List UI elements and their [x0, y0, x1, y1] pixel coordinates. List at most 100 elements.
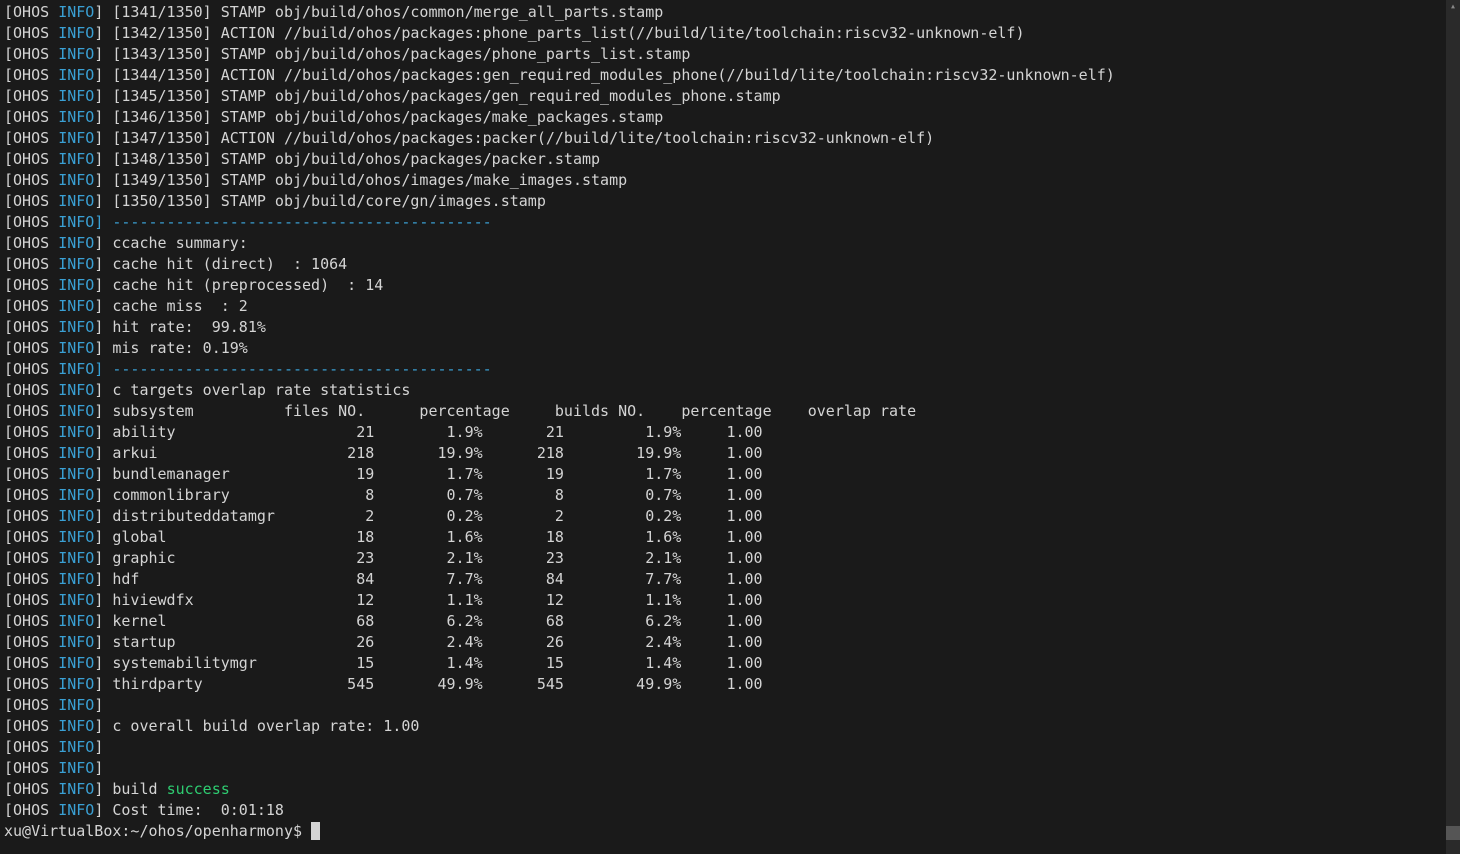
log-tag-ohos: [OHOS — [4, 297, 58, 315]
log-line: [OHOS INFO] hdf 84 7.7% 84 7.7% 1.00 — [4, 569, 1456, 590]
log-line: [OHOS INFO] ccache summary: — [4, 233, 1456, 254]
log-tag-close: ] — [94, 570, 103, 588]
log-tag-close: ] — [94, 276, 103, 294]
log-level-info: INFO — [58, 486, 94, 504]
cost-time: Cost time: 0:01:18 — [112, 801, 284, 819]
log-line: [OHOS INFO] thirdparty 545 49.9% 545 49.… — [4, 674, 1456, 695]
log-line: [OHOS INFO] c targets overlap rate stati… — [4, 380, 1456, 401]
build-step: [1346/1350] STAMP obj/build/ohos/package… — [112, 108, 663, 126]
log-level-info: INFO — [58, 507, 94, 525]
log-tag-ohos: [OHOS — [4, 738, 58, 756]
log-tag-ohos: [OHOS — [4, 675, 58, 693]
log-line: [OHOS INFO] global 18 1.6% 18 1.6% 1.00 — [4, 527, 1456, 548]
log-line: [OHOS INFO] ability 21 1.9% 21 1.9% 1.00 — [4, 422, 1456, 443]
log-tag-close: ] — [94, 234, 103, 252]
log-line: [OHOS INFO] graphic 23 2.1% 23 2.1% 1.00 — [4, 548, 1456, 569]
log-tag-close: ] — [94, 192, 103, 210]
log-tag-close: ] — [94, 150, 103, 168]
cursor-icon — [311, 822, 320, 840]
log-level-info: INFO — [58, 591, 94, 609]
log-level-info: INFO — [58, 801, 94, 819]
log-level-info: INFO — [58, 234, 94, 252]
log-level-info: INFO — [58, 276, 94, 294]
log-tag-ohos: [OHOS — [4, 45, 58, 63]
log-tag-ohos: [OHOS — [4, 759, 58, 777]
log-line: [OHOS INFO] [1344/1350] ACTION //build/o… — [4, 65, 1456, 86]
build-step: [1343/1350] STAMP obj/build/ohos/package… — [112, 45, 690, 63]
log-level-info: INFO — [58, 192, 94, 210]
shell-prompt-line[interactable]: xu@VirtualBox:~/ohos/openharmony$ — [4, 821, 1456, 842]
log-tag-close: ] — [94, 24, 103, 42]
log-level-info: INFO — [58, 528, 94, 546]
log-tag-close: ] — [94, 444, 103, 462]
log-tag-ohos: [OHOS — [4, 654, 58, 672]
log-tag-ohos: [OHOS — [4, 507, 58, 525]
overlap-row: systemabilitymgr 15 1.4% 15 1.4% 1.00 — [112, 654, 762, 672]
log-level-info: INFO — [58, 45, 94, 63]
log-tag-ohos: [OHOS — [4, 276, 58, 294]
overlap-header: subsystem files NO. percentage builds NO… — [112, 402, 916, 420]
log-tag-close: ] — [94, 171, 103, 189]
build-step: [1349/1350] STAMP obj/build/ohos/images/… — [112, 171, 627, 189]
log-level-info: INFO — [58, 696, 94, 714]
log-tag-ohos: [OHOS — [4, 108, 58, 126]
log-line: [OHOS INFO] distributeddatamgr 2 0.2% 2 … — [4, 506, 1456, 527]
build-result-line: [OHOS INFO] build success — [4, 779, 1456, 800]
log-level-info: INFO — [58, 87, 94, 105]
log-tag-ohos: [OHOS — [4, 423, 58, 441]
overlap-row: commonlibrary 8 0.7% 8 0.7% 1.00 — [112, 486, 762, 504]
log-tag-close: ] — [94, 507, 103, 525]
scroll-thumb[interactable] — [1446, 826, 1460, 840]
build-step: [1341/1350] STAMP obj/build/ohos/common/… — [112, 3, 663, 21]
separator-line: [OHOS INFO] ----------------------------… — [4, 359, 1456, 380]
log-level-info: INFO — [58, 780, 94, 798]
ccache-mis-rate: mis rate: 0.19% — [112, 339, 247, 357]
log-line: [OHOS INFO] [1345/1350] STAMP obj/build/… — [4, 86, 1456, 107]
log-line: [OHOS INFO] commonlibrary 8 0.7% 8 0.7% … — [4, 485, 1456, 506]
build-step: [1348/1350] STAMP obj/build/ohos/package… — [112, 150, 600, 168]
build-step: [1345/1350] STAMP obj/build/ohos/package… — [112, 87, 780, 105]
overlap-row: global 18 1.6% 18 1.6% 1.00 — [112, 528, 762, 546]
log-level-info: INFO — [58, 738, 94, 756]
log-level-info: INFO — [58, 150, 94, 168]
log-tag-ohos: [OHOS — [4, 66, 58, 84]
log-line: [OHOS INFO] hit rate: 99.81% — [4, 317, 1456, 338]
log-tag-close: ] — [94, 696, 103, 714]
log-tag-close: ] — [94, 339, 103, 357]
log-tag-ohos: [OHOS — [4, 24, 58, 42]
log-line: [OHOS INFO] [1343/1350] STAMP obj/build/… — [4, 44, 1456, 65]
log-tag-close: ] — [94, 108, 103, 126]
log-level-info: INFO — [58, 612, 94, 630]
overlap-row: thirdparty 545 49.9% 545 49.9% 1.00 — [112, 675, 762, 693]
log-tag-ohos: [OHOS — [4, 717, 58, 735]
scrollbar[interactable]: ▴ — [1446, 0, 1460, 854]
log-tag-ohos: [OHOS — [4, 612, 58, 630]
overlap-row: kernel 68 6.2% 68 6.2% 1.00 — [112, 612, 762, 630]
log-tag-close: ] — [94, 381, 103, 399]
log-line-blank: [OHOS INFO] — [4, 758, 1456, 779]
log-line: [OHOS INFO] Cost time: 0:01:18 — [4, 800, 1456, 821]
log-line: [OHOS INFO] [1349/1350] STAMP obj/build/… — [4, 170, 1456, 191]
log-tag-close: ] — [94, 717, 103, 735]
overlap-overall: c overall build overlap rate: 1.00 — [112, 717, 419, 735]
log-level-info: INFO — [58, 339, 94, 357]
ccache-title: ccache summary: — [112, 234, 247, 252]
log-level-info: INFO — [58, 717, 94, 735]
log-level-info: INFO — [58, 654, 94, 672]
scroll-arrow-up-icon[interactable]: ▴ — [1446, 0, 1460, 14]
log-tag-ohos: [OHOS — [4, 150, 58, 168]
log-level-info: INFO — [58, 255, 94, 273]
log-tag-ohos: [OHOS — [4, 234, 58, 252]
log-tag-close: ] — [94, 780, 103, 798]
log-tag-ohos: [OHOS — [4, 801, 58, 819]
separator-line: [OHOS INFO] ----------------------------… — [4, 212, 1456, 233]
log-level-info: INFO — [58, 465, 94, 483]
log-tag-close: ] — [94, 423, 103, 441]
log-tag-ohos: [OHOS — [4, 402, 58, 420]
terminal-output[interactable]: [OHOS INFO] [1341/1350] STAMP obj/build/… — [0, 0, 1460, 844]
log-level-info: INFO — [58, 402, 94, 420]
build-step: [1350/1350] STAMP obj/build/core/gn/imag… — [112, 192, 545, 210]
log-tag-close: ] — [94, 255, 103, 273]
log-level-info: INFO — [58, 423, 94, 441]
log-line: [OHOS INFO] subsystem files NO. percenta… — [4, 401, 1456, 422]
